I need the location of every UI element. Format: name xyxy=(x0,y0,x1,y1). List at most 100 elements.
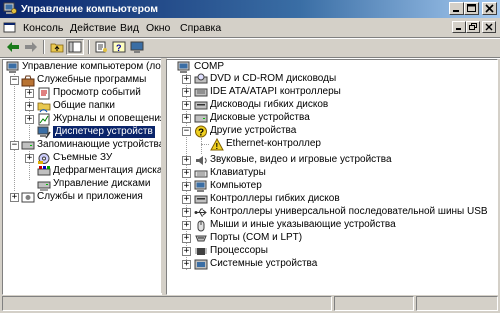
computer-management-window: Управление компьютером Консоль Действие … xyxy=(0,0,500,313)
tree-label: Служебные программы xyxy=(37,74,147,85)
console-tree-pane[interactable]: Управление компьютером (локаль − Служебн… xyxy=(2,59,162,295)
tree-label: Процессоры xyxy=(210,245,268,256)
mdi-minimize-button[interactable] xyxy=(452,21,466,33)
services-icon xyxy=(21,192,35,203)
expand-toggle[interactable]: + xyxy=(25,89,34,98)
tree-label: Клавиатуры xyxy=(210,167,266,178)
expand-toggle[interactable]: + xyxy=(182,195,191,204)
performance-logs-icon xyxy=(38,113,50,126)
svg-text:!: ! xyxy=(216,142,219,151)
computer-icon xyxy=(194,180,207,192)
expand-toggle[interactable]: + xyxy=(182,88,191,97)
keyboard-icon xyxy=(194,170,208,178)
tree-label: Просмотр событий xyxy=(53,87,141,98)
disk-drive-icon xyxy=(194,114,208,123)
mdi-close-button[interactable] xyxy=(482,21,496,33)
unknown-device-icon: ? xyxy=(195,125,207,138)
usb-icon xyxy=(194,208,207,217)
device-view-button[interactable] xyxy=(128,39,146,55)
mouse-icon xyxy=(197,220,205,232)
device-tree-pane[interactable]: COMP + DVD и CD-ROM дисководы + IDE ATA/… xyxy=(166,59,498,295)
collapse-toggle[interactable]: − xyxy=(10,141,19,150)
forward-button[interactable] xyxy=(22,39,40,55)
tree-label: IDE ATA/ATAPI контроллеры xyxy=(210,86,341,97)
floppy-drive-icon xyxy=(194,101,208,110)
warning-device-icon: ! xyxy=(210,138,224,151)
tree-pane-icon xyxy=(68,41,82,53)
floppy-controller-icon xyxy=(194,195,208,204)
properties-button[interactable] xyxy=(92,39,110,55)
menu-window[interactable]: Окно xyxy=(146,22,170,34)
tree-label: Компьютер xyxy=(210,180,262,191)
maximize-icon xyxy=(467,4,476,12)
processor-icon xyxy=(195,248,207,255)
properties-icon xyxy=(95,41,107,53)
removable-storage-icon xyxy=(38,153,50,164)
console-window-icon[interactable] xyxy=(3,21,17,34)
expand-toggle[interactable]: + xyxy=(182,169,191,178)
expand-toggle[interactable]: + xyxy=(25,102,34,111)
expand-toggle[interactable]: + xyxy=(25,115,34,124)
expand-toggle[interactable]: + xyxy=(182,182,191,191)
menu-bar: Консоль Действие Вид Окно Справка xyxy=(0,19,500,37)
arrow-left-icon xyxy=(7,42,19,52)
up-level-button[interactable] xyxy=(48,39,66,55)
show-hide-tree-button[interactable] xyxy=(66,39,84,55)
arrow-right-icon xyxy=(25,42,37,52)
title-bar[interactable]: Управление компьютером xyxy=(0,0,500,18)
menu-action[interactable]: Действие xyxy=(70,22,116,34)
storage-icon xyxy=(21,141,35,150)
computer-management-icon xyxy=(3,2,17,14)
tree-label: Системные устройства xyxy=(210,258,318,269)
window-title: Управление компьютером xyxy=(21,3,159,15)
svg-text:?: ? xyxy=(116,43,122,53)
expand-toggle[interactable]: + xyxy=(182,221,191,230)
menu-view[interactable]: Вид xyxy=(120,22,139,34)
help-icon: ? xyxy=(112,41,126,53)
expand-toggle[interactable]: + xyxy=(182,247,191,256)
tree-label: Запоминающие устройства xyxy=(37,139,162,150)
tree-label: Общие папки xyxy=(53,100,116,111)
expand-toggle[interactable]: + xyxy=(182,260,191,269)
help-button[interactable]: ? xyxy=(110,39,128,55)
tree-label: Другие устройства xyxy=(210,125,297,136)
close-icon xyxy=(485,23,493,31)
tree-label: Дисковые устройства xyxy=(210,112,310,123)
expand-toggle[interactable]: + xyxy=(10,193,19,202)
tree-label: Дефрагментация диска xyxy=(53,165,162,176)
tree-label: Дисководы гибких дисков xyxy=(210,99,329,110)
collapse-toggle[interactable]: − xyxy=(10,76,19,85)
system-device-icon xyxy=(194,259,208,270)
expand-toggle[interactable]: + xyxy=(182,208,191,217)
folder-up-icon xyxy=(50,43,64,53)
computer-icon xyxy=(6,61,19,73)
tree-label: Порты (COM и LPT) xyxy=(210,232,303,243)
minimize-icon xyxy=(453,10,459,12)
maximize-button[interactable] xyxy=(464,2,479,15)
tools-icon xyxy=(21,75,35,87)
mdi-restore-button[interactable] xyxy=(466,21,480,33)
back-button[interactable] xyxy=(4,39,22,55)
close-button[interactable] xyxy=(482,2,497,15)
expand-toggle[interactable]: + xyxy=(182,101,191,110)
minimize-icon xyxy=(456,28,461,30)
tree-label: Контроллеры универсальной последовательн… xyxy=(210,206,488,217)
minimize-button[interactable] xyxy=(449,2,464,15)
speaker-icon xyxy=(196,156,207,165)
menu-help[interactable]: Справка xyxy=(180,22,221,34)
expand-toggle[interactable]: + xyxy=(182,234,191,243)
tree-label: Звуковые, видео и игровые устройства xyxy=(210,154,392,165)
expand-toggle[interactable]: + xyxy=(25,154,34,163)
expand-toggle[interactable]: + xyxy=(182,156,191,165)
close-icon xyxy=(485,4,494,13)
collapse-toggle[interactable]: − xyxy=(182,127,191,136)
expand-toggle[interactable]: + xyxy=(182,75,191,84)
event-viewer-icon xyxy=(38,87,50,100)
expand-toggle[interactable]: + xyxy=(182,114,191,123)
tree-label: Съемные ЗУ xyxy=(53,152,113,163)
menu-console[interactable]: Консоль xyxy=(23,22,63,34)
ide-controller-icon xyxy=(194,88,208,97)
tree-label: Ethernet-контроллер xyxy=(226,138,321,149)
toolbar-separator xyxy=(43,40,45,54)
tree-label: DVD и CD-ROM дисководы xyxy=(210,73,337,84)
